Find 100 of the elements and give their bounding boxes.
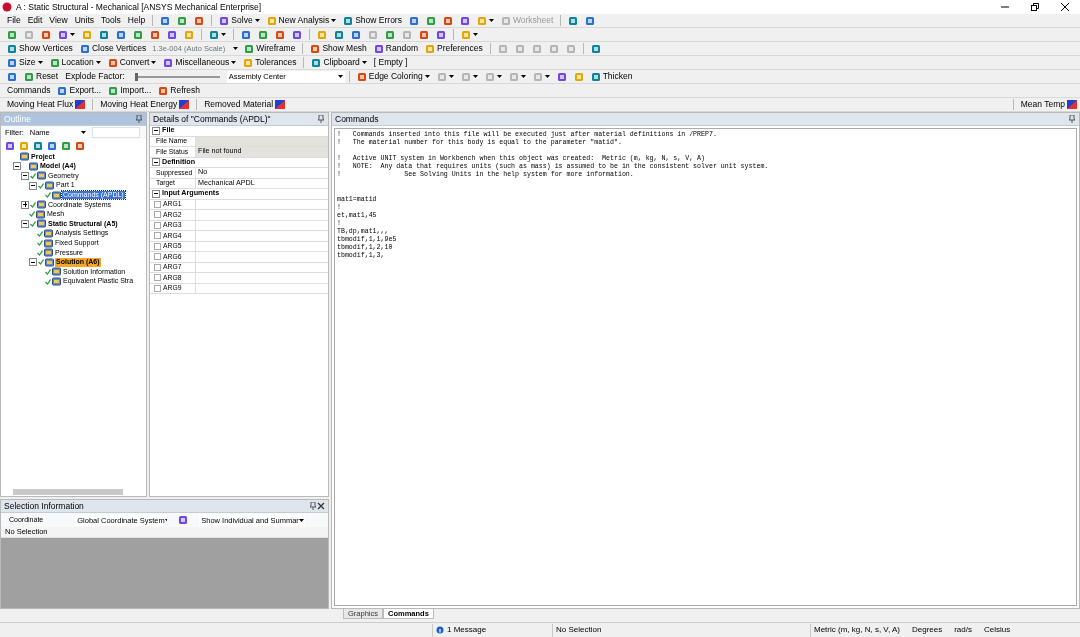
- status-text: 1 Message: [447, 625, 487, 635]
- tool-icon: [531, 43, 542, 54]
- menu-item[interactable]: Units: [71, 14, 97, 27]
- caret-icon: [473, 33, 478, 36]
- checkbox[interactable]: [154, 242, 161, 250]
- tool-icon: [514, 43, 525, 54]
- pin-icon[interactable]: [309, 502, 317, 510]
- toolbar-button[interactable]: Reset: [21, 70, 62, 83]
- collapse-icon[interactable]: [29, 181, 37, 190]
- tool-icon: [19, 140, 29, 151]
- menu-item[interactable]: Tools: [98, 14, 124, 27]
- toolbar-button[interactable]: Size: [4, 56, 46, 69]
- toolbar-button[interactable]: [33, 139, 43, 152]
- toolbar-button[interactable]: Preferences: [422, 42, 486, 55]
- pin-icon[interactable]: [135, 115, 143, 123]
- toolbar-button[interactable]: Convert: [104, 56, 160, 69]
- panel-title: Commands: [335, 113, 379, 125]
- caret-icon: [496, 75, 502, 78]
- tool-icon: [24, 29, 34, 40]
- slider-thumb[interactable]: [134, 72, 138, 81]
- collapse-icon[interactable]: [21, 172, 29, 180]
- checkbox[interactable]: [154, 200, 161, 208]
- tool-icon: [402, 29, 412, 40]
- tool-icon: [425, 15, 436, 26]
- caret-icon: [254, 19, 260, 22]
- checkbox[interactable]: [154, 263, 161, 271]
- checkbox[interactable]: [154, 211, 161, 219]
- collapse-icon[interactable]: [29, 258, 37, 267]
- toolbar-button[interactable]: Import...: [105, 84, 155, 97]
- gradient-icon: [1067, 100, 1077, 109]
- checkbox[interactable]: [154, 284, 161, 292]
- close-icon[interactable]: [317, 502, 325, 510]
- toolbar-button[interactable]: [75, 139, 85, 152]
- toolbar-button[interactable]: Wireframe: [241, 42, 299, 55]
- toolbar-button[interactable]: Solve: [216, 14, 263, 27]
- toolbar-button[interactable]: Miscellaneous: [160, 56, 240, 69]
- menu-item[interactable]: Help: [124, 14, 149, 27]
- collapse-icon[interactable]: [21, 219, 29, 228]
- tool-icon: [243, 57, 254, 68]
- collapse-icon[interactable]: [152, 126, 160, 135]
- toolbar-button[interactable]: Clipboard: [308, 56, 370, 69]
- checkbox[interactable]: [154, 232, 161, 240]
- toolbar-button[interactable]: Removed Material: [201, 98, 289, 111]
- caret-icon: [80, 131, 86, 134]
- caret-icon: [331, 19, 337, 22]
- toolbar-button[interactable]: New Analysis: [263, 14, 340, 27]
- toolbar-button[interactable]: Show Mesh: [307, 42, 370, 55]
- toolbar-button[interactable]: Moving Heat Flux: [4, 98, 89, 111]
- toolbar-button[interactable]: Mean Temp: [1017, 98, 1080, 111]
- tool-icon: [79, 43, 90, 54]
- collapse-icon[interactable]: [152, 158, 160, 167]
- toolbar-button[interactable]: Show Vertices: [4, 42, 76, 55]
- app-icon: [2, 2, 12, 12]
- status-text: Metric (m, kg, N, s, V, A): [814, 625, 900, 635]
- pin-icon[interactable]: [1068, 115, 1076, 123]
- checkbox[interactable]: [154, 274, 161, 282]
- tool-icon: [133, 29, 143, 40]
- toolbar-button[interactable]: Moving Heat Energy: [97, 98, 193, 111]
- pin-icon[interactable]: [317, 115, 325, 123]
- tool-icon: [425, 43, 435, 54]
- tool-icon: [7, 43, 17, 54]
- status-text: rad/s: [954, 625, 972, 635]
- tool-icon: [565, 43, 576, 54]
- filter-input[interactable]: [91, 127, 140, 138]
- scrollbar[interactable]: [13, 488, 123, 495]
- toolbar-button[interactable]: [61, 139, 71, 152]
- tool-icon: [368, 29, 378, 40]
- toolbar-button[interactable]: Edge Coloring: [353, 70, 433, 83]
- tool-icon: [244, 43, 255, 54]
- tool-icon: [419, 29, 429, 40]
- toolbar-button[interactable]: [5, 139, 15, 152]
- toolbar-button[interactable]: Export...: [54, 84, 105, 97]
- tool-icon: [167, 29, 177, 40]
- explode-slider[interactable]: [134, 72, 220, 81]
- tool-icon: [258, 29, 268, 40]
- tool-icon: [459, 15, 470, 26]
- toolbar-button[interactable]: Show Errors: [340, 14, 405, 27]
- tool-icon: [311, 57, 322, 68]
- menu-item[interactable]: Edit: [24, 14, 46, 27]
- collapse-icon[interactable]: [13, 162, 21, 171]
- toolbar-button[interactable]: Thicken: [587, 70, 636, 83]
- tool-icon: [461, 29, 471, 40]
- tool-icon: [408, 15, 419, 26]
- expand-icon[interactable]: [21, 200, 29, 209]
- menu-item[interactable]: File: [4, 14, 24, 27]
- toolbar-button[interactable]: Tolerances: [240, 56, 300, 69]
- caret-icon: [221, 33, 226, 36]
- status-messages[interactable]: 1 Message: [432, 623, 552, 637]
- toolbar-button[interactable]: Close Vertices: [76, 42, 150, 55]
- tool-icon: [7, 57, 17, 68]
- tool-icon: [108, 85, 119, 96]
- toolbar-button[interactable]: [47, 139, 57, 152]
- toolbar-button[interactable]: Refresh: [155, 84, 204, 97]
- toolbar-button[interactable]: Location: [46, 56, 104, 69]
- toolbar-button[interactable]: Random: [370, 42, 421, 55]
- checkbox[interactable]: [154, 221, 161, 229]
- tool-icon: [385, 29, 395, 40]
- checkbox[interactable]: [154, 253, 161, 261]
- collapse-icon[interactable]: [152, 189, 160, 198]
- menu-item[interactable]: View: [46, 14, 71, 27]
